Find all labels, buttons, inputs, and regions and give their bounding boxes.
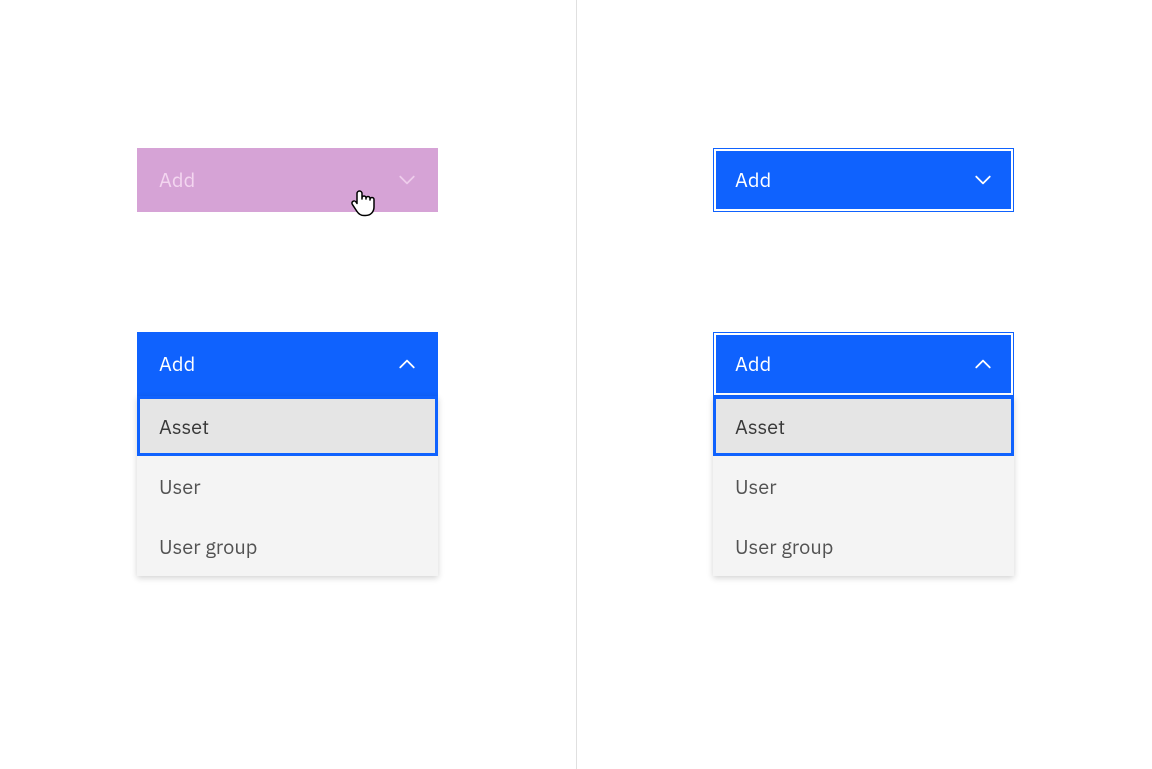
menu-item-user-group[interactable]: User group [137, 516, 438, 576]
chevron-up-icon [974, 355, 992, 373]
add-button-label: Add [735, 170, 771, 190]
chevron-down-icon [398, 171, 416, 189]
chevron-up-icon [398, 355, 416, 373]
menu-item-label: User [159, 473, 201, 500]
menu-item-label: Asset [735, 413, 785, 440]
menu-item-label: Asset [159, 413, 209, 440]
menu-item-asset[interactable]: Asset [713, 396, 1014, 456]
add-button-label: Add [735, 354, 771, 374]
menu-item-asset[interactable]: Asset [137, 396, 438, 456]
add-combo-button-open-focus[interactable]: Add [713, 332, 1014, 396]
menu-item-label: User group [159, 533, 257, 560]
chevron-down-icon [974, 171, 992, 189]
menu-item-user[interactable]: User [137, 456, 438, 516]
add-button-label: Add [159, 354, 195, 374]
example-left-panel: Add Add Asset User User group [0, 0, 576, 769]
add-combo-button-open[interactable]: Add [137, 332, 438, 396]
add-combo-button-hover[interactable]: Add [137, 148, 438, 212]
menu-item-label: User [735, 473, 777, 500]
example-right-panel: Add Add Asset User User group [576, 0, 1152, 769]
add-menu: Asset User User group [713, 396, 1014, 576]
menu-item-label: User group [735, 533, 833, 560]
add-menu: Asset User User group [137, 396, 438, 576]
add-combo-button-focus[interactable]: Add [713, 148, 1014, 212]
menu-item-user[interactable]: User [713, 456, 1014, 516]
menu-item-user-group[interactable]: User group [713, 516, 1014, 576]
add-button-label: Add [159, 170, 195, 190]
